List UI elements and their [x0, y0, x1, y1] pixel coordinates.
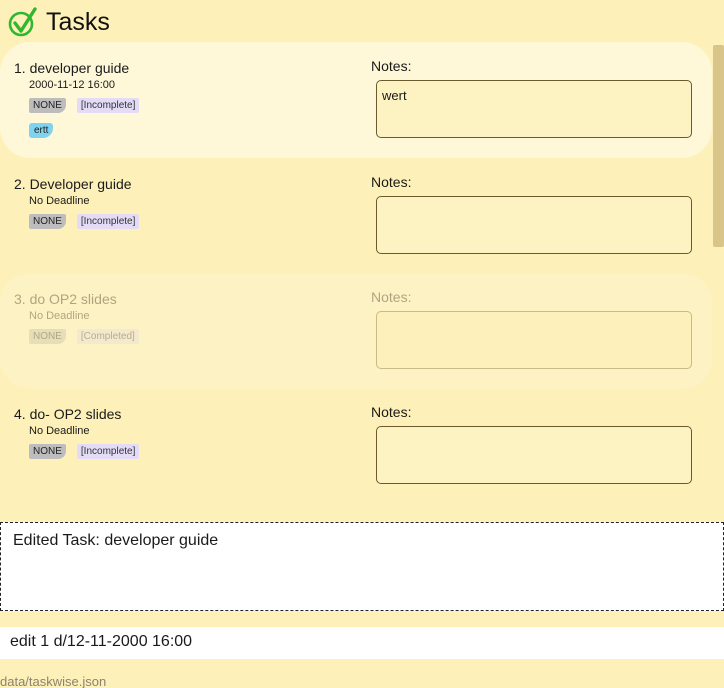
task-deadline: No Deadline — [29, 195, 90, 207]
status-badge: [Incomplete] — [76, 98, 140, 113]
task-chips: NONE [Incomplete] — [29, 214, 140, 229]
task-card[interactable]: 3. do OP2 slides No Deadline NONE [Compl… — [0, 273, 712, 389]
app-title: Tasks — [46, 7, 110, 36]
task-name: 2. Developer guide — [14, 176, 132, 192]
task-name: 3. do OP2 slides — [14, 291, 117, 307]
status-bar-path: data/taskwise.json — [0, 674, 107, 688]
task-card[interactable]: 2. Developer guide No Deadline NONE [Inc… — [0, 158, 712, 274]
app-header: Tasks — [8, 4, 110, 40]
task-deadline: 2000-11-12 16:00 — [29, 79, 116, 91]
notes-field[interactable] — [376, 196, 692, 254]
priority-badge: NONE — [29, 98, 66, 113]
check-circle-icon — [8, 7, 37, 37]
task-chips: NONE [Incomplete] — [29, 444, 140, 459]
task-name: 4. do- OP2 slides — [14, 406, 122, 422]
priority-badge: NONE — [29, 329, 66, 344]
notes-label: Notes: — [371, 174, 412, 190]
task-chips: NONE [Completed] — [29, 329, 139, 344]
task-deadline: No Deadline — [29, 310, 90, 322]
task-card[interactable]: 4. do- OP2 slides No Deadline NONE [Inco… — [0, 388, 712, 502]
notes-field[interactable] — [376, 311, 692, 369]
notes-label: Notes: — [371, 404, 412, 420]
command-input[interactable]: edit 1 d/12-11-2000 16:00 — [0, 627, 724, 659]
result-display: Edited Task: developer guide — [0, 522, 724, 611]
status-badge: [Incomplete] — [76, 214, 140, 229]
status-badge: [Completed] — [76, 329, 139, 344]
task-chips: NONE [Incomplete] — [29, 98, 140, 113]
tag-badge: ertt — [29, 123, 54, 138]
scrollbar-thumb[interactable] — [713, 45, 724, 247]
notes-label: Notes: — [371, 58, 412, 74]
priority-badge: NONE — [29, 214, 66, 229]
task-name: 1. developer guide — [14, 60, 130, 76]
task-list[interactable]: 1. developer guide 2000-11-12 16:00 NONE… — [0, 42, 712, 502]
task-deadline: No Deadline — [29, 425, 90, 437]
status-badge: [Incomplete] — [76, 444, 140, 459]
priority-badge: NONE — [29, 444, 66, 459]
notes-label: Notes: — [371, 289, 412, 305]
task-card[interactable]: 1. developer guide 2000-11-12 16:00 NONE… — [0, 42, 712, 158]
notes-field[interactable] — [376, 426, 692, 484]
notes-field[interactable]: wert — [376, 80, 692, 138]
